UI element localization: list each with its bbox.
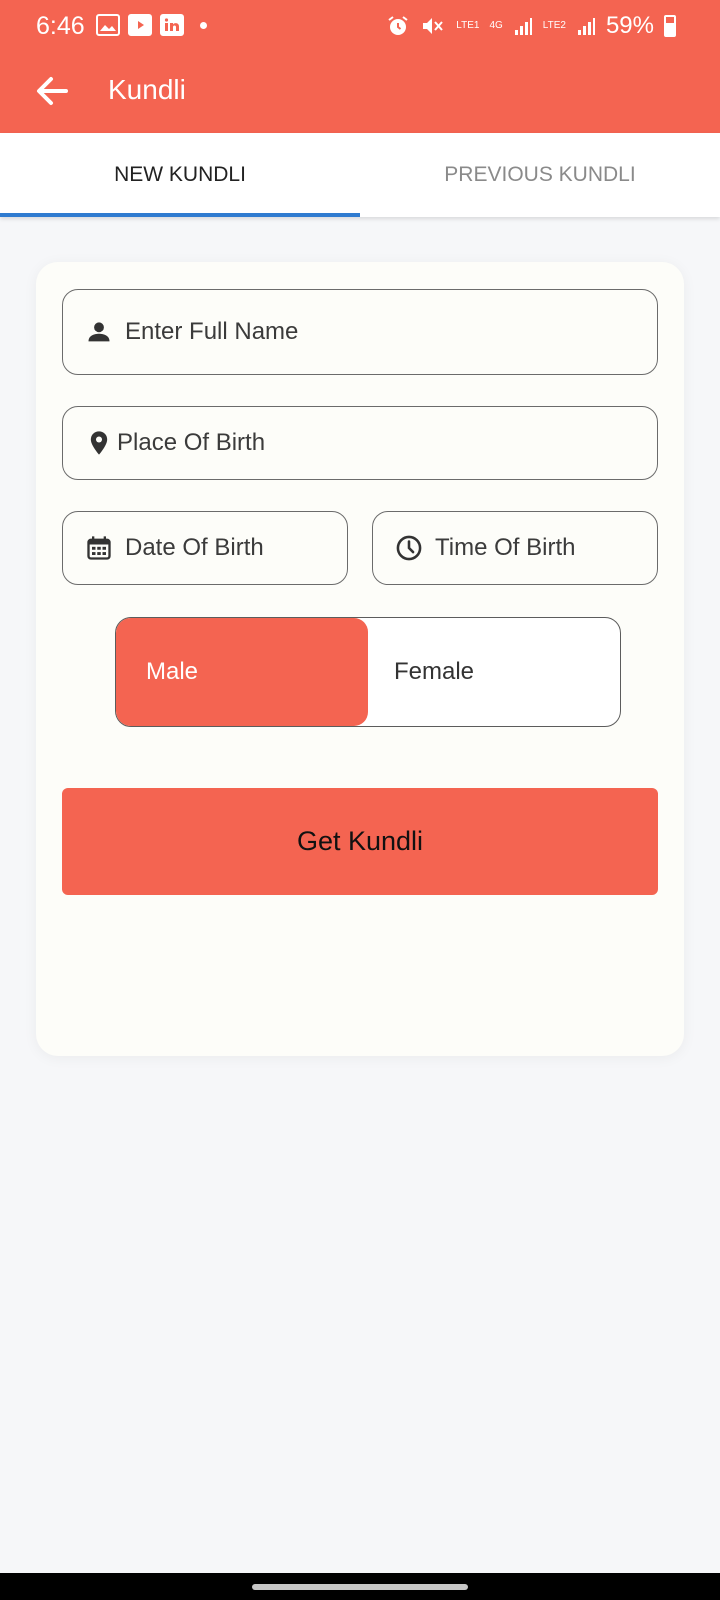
- time-of-birth-placeholder: Time Of Birth: [435, 534, 576, 561]
- time-of-birth-field[interactable]: Time Of Birth: [372, 511, 658, 585]
- toolbar: Kundli: [0, 60, 720, 122]
- status-time: 6:46: [36, 12, 85, 40]
- full-name-placeholder: Enter Full Name: [125, 318, 299, 345]
- notification-icons: [96, 14, 207, 36]
- gender-option-female[interactable]: Female: [368, 618, 620, 726]
- sim1-label: LTE1: [456, 20, 480, 31]
- full-name-field[interactable]: Enter Full Name: [62, 289, 658, 375]
- home-gesture-handle[interactable]: [252, 1584, 468, 1590]
- location-pin-icon: [90, 431, 108, 455]
- youtube-icon: [128, 14, 152, 36]
- gender-option-male[interactable]: Male: [116, 618, 368, 726]
- more-notifications-dot: [200, 21, 207, 29]
- tab-new-kundli[interactable]: NEW KUNDLI: [0, 133, 360, 217]
- tab-bar: NEW KUNDLI PREVIOUS KUNDLI: [0, 133, 720, 217]
- place-of-birth-placeholder: Place Of Birth: [117, 429, 266, 456]
- battery-icon: [664, 15, 676, 37]
- get-kundli-button[interactable]: Get Kundli: [62, 788, 658, 895]
- date-of-birth-field[interactable]: Date Of Birth: [62, 511, 348, 585]
- linkedin-icon: [160, 14, 184, 36]
- tab-indicator: [0, 213, 360, 217]
- person-icon: [88, 322, 110, 342]
- status-bar: 6:46 LTE1 4G LTE2 59%: [0, 0, 720, 54]
- tab-previous-kundli[interactable]: PREVIOUS KUNDLI: [360, 133, 720, 217]
- calendar-icon: [87, 536, 111, 560]
- signal-icon: [514, 18, 532, 35]
- date-of-birth-placeholder: Date Of Birth: [125, 534, 264, 561]
- kundli-form-card: Enter Full Name Place Of Birth Date Of B…: [36, 262, 684, 1056]
- app-bar: 6:46 LTE1 4G LTE2 59% Kundli: [0, 0, 720, 133]
- clock-icon: [396, 535, 422, 561]
- status-right: LTE1 4G LTE2 59%: [386, 12, 676, 40]
- page-title: Kundli: [108, 74, 186, 105]
- sim2-label: LTE2: [542, 20, 566, 31]
- alarm-icon: [388, 16, 408, 35]
- gallery-icon: [96, 14, 120, 36]
- mute-icon: [423, 18, 444, 34]
- back-arrow-icon[interactable]: [34, 73, 74, 109]
- signal-icon-2: [577, 18, 595, 35]
- network-type: 4G: [489, 20, 503, 31]
- place-of-birth-field[interactable]: Place Of Birth: [62, 406, 658, 480]
- system-nav-bar: [0, 1573, 720, 1600]
- gender-toggle: Male Female: [115, 617, 621, 727]
- battery-percent: 59%: [605, 12, 654, 39]
